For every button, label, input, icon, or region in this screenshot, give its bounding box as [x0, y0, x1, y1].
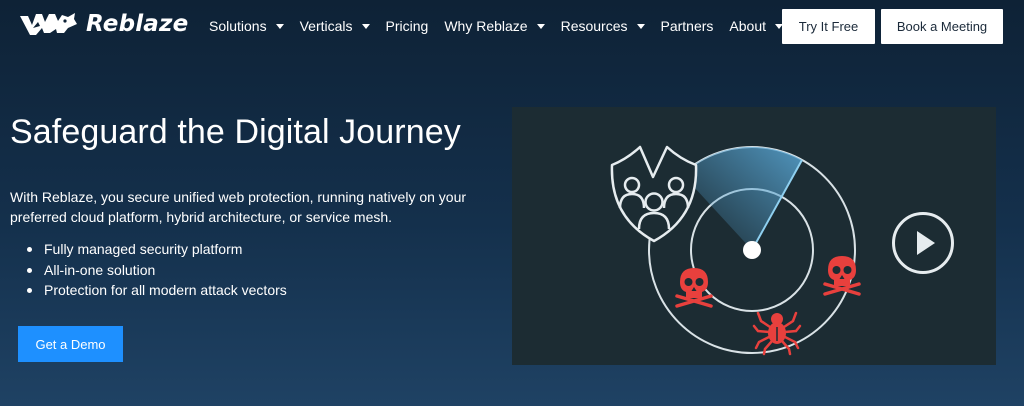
chevron-down-icon: [536, 24, 545, 29]
nav-item-label: Partners: [660, 18, 714, 34]
try-it-free-button[interactable]: Try It Free: [782, 9, 875, 44]
nav-item-label: Verticals: [299, 18, 353, 34]
nav-item-pricing[interactable]: Pricing: [386, 18, 429, 34]
site-header: Reblaze Solutions Verticals Pricing Why …: [0, 0, 1024, 52]
nav-item-partners[interactable]: Partners: [661, 18, 714, 34]
feature-list: Fully managed security platform All-in-o…: [27, 239, 287, 301]
hero-title: Safeguard the Digital Journey: [10, 113, 461, 151]
nav-item-resources[interactable]: Resources: [561, 18, 645, 34]
nav-item-label: About: [729, 18, 767, 34]
nav-item-label: Solutions: [209, 18, 267, 34]
nav-item-about[interactable]: About: [729, 18, 784, 34]
nav-item-label: Why Reblaze: [444, 18, 528, 34]
brand-logo[interactable]: Reblaze: [18, 10, 188, 38]
play-icon: [917, 231, 935, 255]
chevron-down-icon: [636, 24, 645, 29]
skull-icon: [823, 256, 861, 296]
brand-name: Reblaze: [86, 11, 189, 37]
get-demo-button[interactable]: Get a Demo: [18, 326, 123, 362]
shield-users-icon: [610, 145, 698, 243]
book-meeting-button[interactable]: Book a Meeting: [881, 9, 1003, 44]
rhino-logo-icon: [20, 13, 77, 35]
feature-item: All-in-one solution: [27, 260, 287, 281]
skull-icon: [675, 268, 713, 308]
play-video-button[interactable]: [892, 212, 954, 274]
main-nav: Solutions Verticals Pricing Why Reblaze …: [209, 0, 799, 52]
hero-description: With Reblaze, you secure unified web pro…: [10, 189, 467, 225]
chevron-down-icon: [275, 24, 284, 29]
feature-item: Fully managed security platform: [27, 239, 287, 260]
nav-item-why-reblaze[interactable]: Why Reblaze: [444, 18, 545, 34]
nav-item-verticals[interactable]: Verticals: [300, 18, 370, 34]
hero-video-panel[interactable]: [512, 107, 996, 365]
nav-item-solutions[interactable]: Solutions: [209, 18, 284, 34]
nav-item-label: Pricing: [385, 18, 429, 34]
feature-item: Protection for all modern attack vectors: [27, 280, 287, 301]
chevron-down-icon: [361, 24, 370, 29]
nav-item-label: Resources: [560, 18, 628, 34]
spider-icon: [752, 311, 802, 356]
